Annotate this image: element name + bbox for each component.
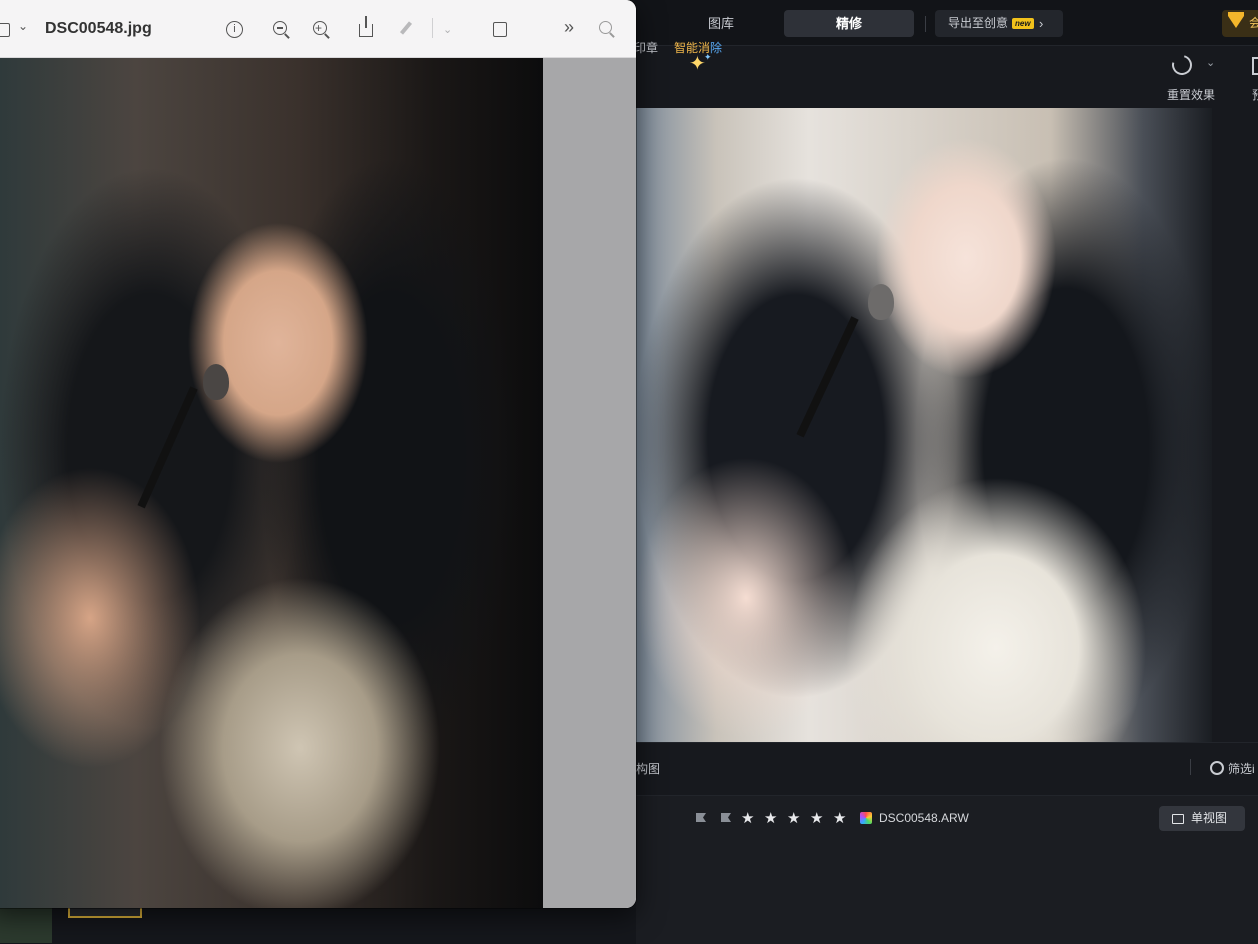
makeup-brush-head	[868, 284, 894, 320]
makeup-brush-head	[203, 364, 229, 400]
rating-star-2[interactable]: ★	[764, 809, 777, 827]
vip-button[interactable]: 会	[1222, 10, 1258, 37]
stamp-tool-label[interactable]: 印章	[634, 39, 658, 56]
original-photo	[0, 58, 543, 908]
single-view-button[interactable]: 单视图	[1159, 806, 1245, 831]
rating-star-1[interactable]: ★	[741, 809, 754, 827]
search-icon[interactable]	[599, 21, 612, 34]
color-label-icon[interactable]	[860, 812, 872, 824]
single-view-icon	[1172, 814, 1184, 824]
tab-retouch[interactable]: 精修	[784, 10, 914, 37]
zoom-in-icon[interactable]	[313, 18, 327, 38]
reset-effect-label[interactable]: 重置效果	[1167, 86, 1215, 103]
smart-erase-tool[interactable]: 智能消除	[674, 39, 722, 56]
diamond-icon	[1228, 12, 1244, 28]
rating-star-3[interactable]: ★	[787, 809, 800, 827]
single-view-label: 单视图	[1191, 811, 1228, 825]
vip-label: 会	[1249, 16, 1258, 30]
zoom-out-icon[interactable]	[273, 21, 287, 35]
filter-label[interactable]: 筛选i	[1228, 760, 1255, 777]
filmstrip-header	[636, 742, 1258, 795]
filter-divider	[1190, 759, 1191, 775]
toolbar-divider	[432, 18, 433, 38]
chevron-down-icon[interactable]: ⌄	[443, 20, 452, 40]
sidebar-toggle-icon[interactable]	[0, 23, 10, 37]
file-name: DSC00548.ARW	[879, 811, 969, 825]
info-icon[interactable]: i	[226, 21, 243, 38]
smart-erase-label-part1: 智能消	[674, 41, 711, 55]
topbar-divider	[925, 16, 926, 32]
rotate-icon[interactable]	[493, 22, 507, 37]
chevron-down-icon[interactable]: ⌄	[18, 19, 28, 33]
preview-label[interactable]: 预	[1252, 86, 1258, 103]
smart-erase-label-part2: 除	[710, 41, 723, 55]
document-title: DSC00548.jpg	[45, 20, 152, 37]
chevron-right-icon: ›	[1039, 16, 1044, 31]
tab-library[interactable]: 图库	[676, 10, 766, 37]
markup-pen-icon[interactable]	[399, 21, 413, 35]
rating-star-5[interactable]: ★	[833, 809, 846, 827]
editor-right-panel	[1212, 108, 1258, 742]
edited-photo	[636, 108, 1212, 742]
share-icon[interactable]	[359, 16, 373, 37]
export-to-creative-button[interactable]: 导出至创意 new ›	[935, 10, 1063, 37]
new-badge: new	[1012, 18, 1034, 29]
chevron-down-icon[interactable]: ⌄	[1206, 56, 1215, 69]
rating-star-4[interactable]: ★	[810, 809, 823, 827]
export-label: 导出至创意	[948, 16, 1009, 30]
filter-icon[interactable]	[1210, 761, 1224, 775]
filmstrip-thumbnail-prev[interactable]	[0, 908, 52, 943]
makeup-brush-handle	[137, 386, 198, 509]
more-tools-icon[interactable]: »	[564, 17, 574, 37]
makeup-brush-handle	[796, 316, 859, 438]
preview-titlebar: ⌄ DSC00548.jpg i ⌄ »	[0, 0, 636, 58]
preview-window: ⌄ DSC00548.jpg i ⌄ »	[0, 0, 636, 908]
preview-icon[interactable]	[1252, 57, 1258, 75]
composition-label[interactable]: 构图	[636, 760, 660, 777]
